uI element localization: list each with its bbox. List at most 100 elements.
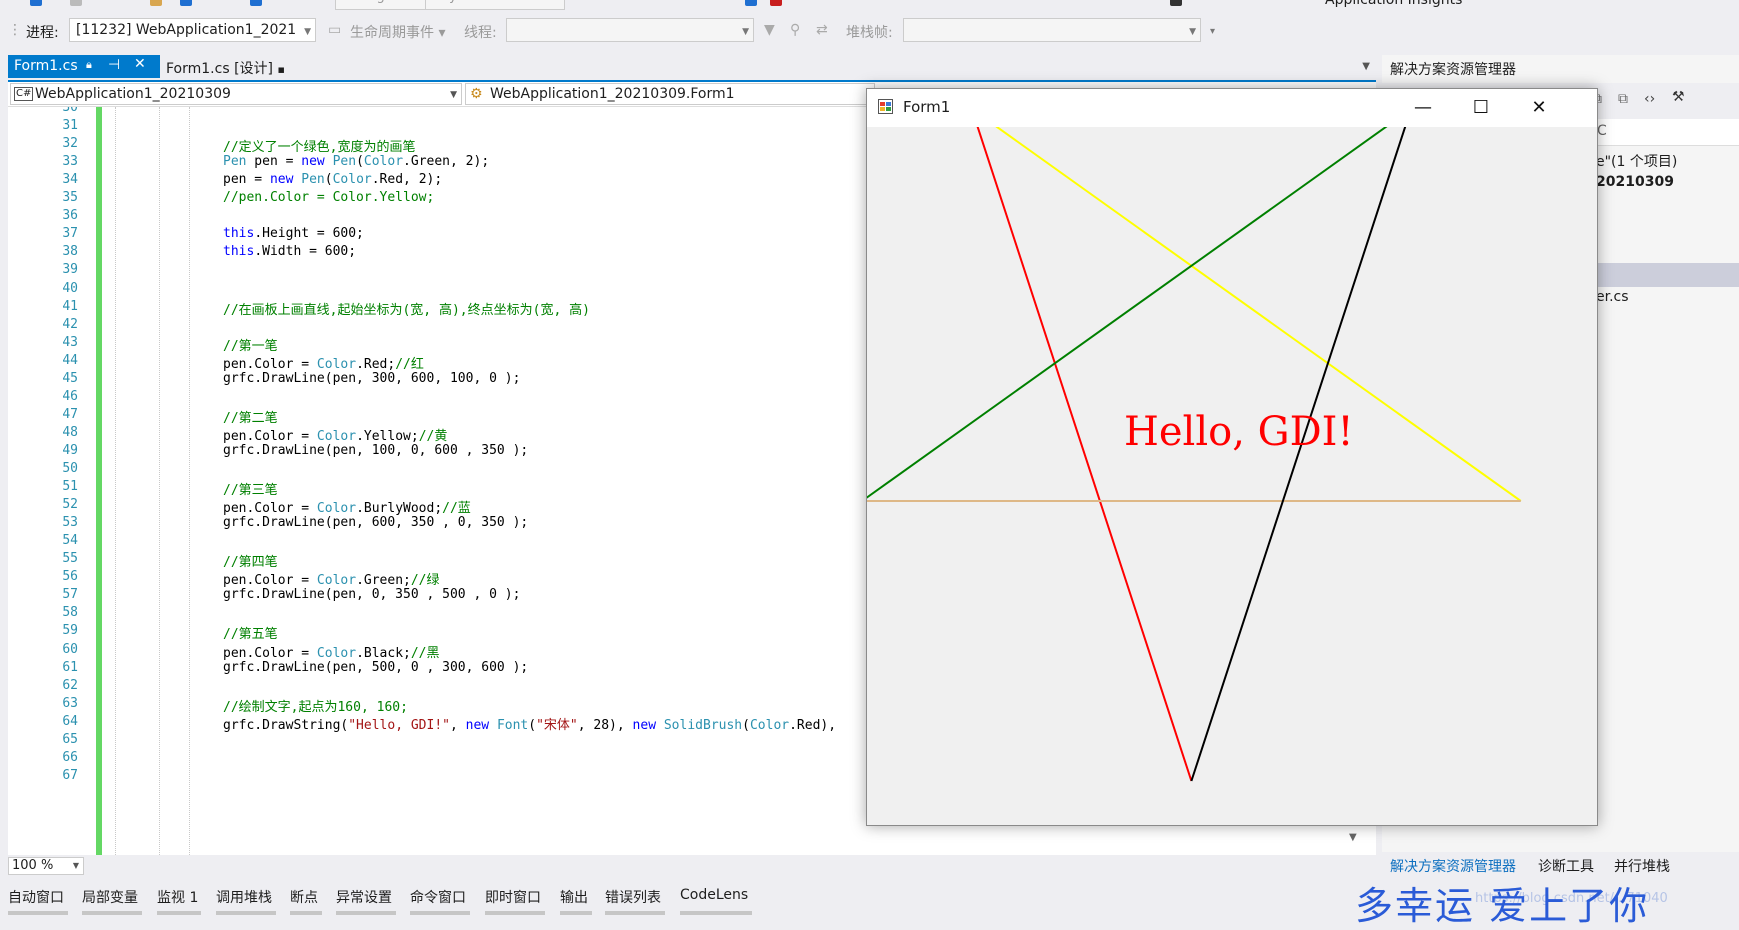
code-line[interactable]: //绘制文字,起点为160, 160; — [223, 696, 408, 715]
overflow-icon[interactable]: ▾ — [1210, 26, 1215, 37]
code-line[interactable]: grfc.DrawLine(pen, 600, 350 , 0, 350 ); — [223, 515, 528, 530]
code-line[interactable]: pen.Color = Color.Green;//绿 — [223, 569, 440, 588]
file-node[interactable]: er.cs — [1596, 289, 1629, 305]
form1-titlebar[interactable]: Form1 — ☐ ✕ — [867, 89, 1597, 127]
code-token: //黄 — [418, 428, 448, 444]
tab-underline — [8, 911, 68, 915]
bookmark-icon[interactable] — [1170, 0, 1182, 6]
tab-underline — [410, 911, 470, 915]
line-number: 38 — [62, 244, 78, 260]
code-token: pen.Color = — [223, 428, 317, 444]
chevron-down-icon: ▼ — [450, 90, 457, 100]
close-button[interactable]: ✕ — [1510, 89, 1568, 127]
tab-autos[interactable]: 自动窗口 — [8, 887, 64, 907]
process-select[interactable]: [11232] WebApplication1_2021 ▼ — [69, 18, 316, 42]
code-line[interactable]: pen.Color = Color.Yellow;//黄 — [223, 425, 447, 444]
tab-call-stack[interactable]: 调用堆栈 — [216, 887, 272, 907]
code-line[interactable]: pen = new Pen(Color.Red, 2); — [223, 172, 442, 187]
code-line[interactable]: Pen pen = new Pen(Color.Green, 2); — [223, 154, 489, 169]
maximize-button[interactable]: ☐ — [1452, 89, 1510, 127]
code-token: //在画板上画直线,起始坐标为(宽, 高),终点坐标为(宽, 高) — [223, 302, 590, 318]
code-line[interactable]: grfc.DrawLine(pen, 100, 0, 600 , 350 ); — [223, 443, 528, 458]
thread-select[interactable]: ▼ — [506, 18, 754, 42]
code-token: .Black; — [356, 645, 411, 661]
tab-solution-explorer[interactable]: 解决方案资源管理器 — [1390, 856, 1516, 876]
code-line[interactable]: //第三笔 — [223, 479, 278, 498]
undo-icon[interactable] — [250, 0, 262, 6]
filter-clear-icon[interactable]: ⚲ — [790, 22, 800, 38]
tab-output[interactable]: 输出 — [560, 887, 588, 907]
code-line[interactable]: grfc.DrawLine(pen, 0, 350 , 500 , 0 ); — [223, 587, 520, 602]
tab-form1-cs[interactable]: Form1.cs 🔒︎ ⊣ ✕ — [8, 55, 160, 78]
tab-parallel-stacks[interactable]: 并行堆栈 — [1614, 856, 1670, 876]
tab-codelens[interactable]: CodeLens — [680, 887, 748, 903]
filter-icon[interactable]: ▼ — [764, 22, 775, 38]
code-token: this — [223, 226, 255, 242]
minimize-button[interactable]: — — [1394, 89, 1452, 127]
forward-icon[interactable] — [70, 0, 82, 6]
code-line[interactable]: grfc.DrawLine(pen, 500, 0 , 300, 600 ); — [223, 660, 528, 675]
project-node[interactable]: 20210309 — [1596, 174, 1674, 190]
tab-immediate-window[interactable]: 即时窗口 — [485, 887, 541, 907]
code-token: Color — [316, 356, 357, 372]
code-line[interactable]: grfc.DrawLine(pen, 300, 600, 100, 0 ); — [223, 371, 520, 386]
tab-error-list[interactable]: 错误列表 — [605, 887, 661, 907]
code-token: new — [632, 717, 657, 733]
pause-icon[interactable] — [745, 0, 757, 6]
code-line[interactable]: //pen.Color = Color.Yellow; — [223, 190, 434, 205]
wrench-icon[interactable]: ⚒ — [1672, 89, 1685, 105]
code-line[interactable]: //第一笔 — [223, 335, 278, 354]
tab-locals[interactable]: 局部变量 — [82, 887, 138, 907]
process-label: 进程: — [26, 25, 59, 41]
code-line[interactable]: //第二笔 — [223, 407, 278, 426]
code-line[interactable]: pen.Color = Color.Red;//红 — [223, 353, 424, 372]
code-line[interactable]: grfc.DrawString("Hello, GDI!", new Font(… — [223, 714, 836, 733]
code-line[interactable]: this.Width = 600; — [223, 244, 356, 259]
scroll-down-icon[interactable]: ▼ — [1349, 832, 1357, 843]
project-dropdown[interactable]: C# WebApplication1_20210309 ▼ — [10, 83, 462, 105]
tab-exception-settings[interactable]: 异常设置 — [336, 887, 392, 907]
line-number-gutter: 30 31 32 33 34 35 36 37 38 39 40 41 42 43 44 45 46 47 48 49… — [8, 107, 94, 855]
flag-threads-icon[interactable]: ⇄ — [816, 22, 828, 38]
code-line[interactable]: //第五笔 — [223, 623, 278, 642]
code-view-icon[interactable]: ‹› — [1644, 91, 1655, 107]
tab-underline — [560, 911, 592, 915]
class-dropdown[interactable]: ⚙ WebApplication1_20210309.Form1 — [465, 83, 875, 105]
stack-frame-select[interactable]: ▼ — [903, 18, 1201, 42]
line-number: 35 — [62, 190, 78, 206]
line-number: 60 — [62, 641, 78, 657]
code-line[interactable]: //在画板上画直线,起始坐标为(宽, 高),终点坐标为(宽, 高) — [223, 299, 590, 318]
tab-diagnostics[interactable]: 诊断工具 — [1538, 856, 1594, 876]
back-icon[interactable] — [30, 0, 42, 6]
open-icon[interactable] — [150, 0, 162, 6]
code-token: .Red, 2); — [371, 172, 443, 188]
code-token: Pen — [301, 172, 325, 188]
chevron-down-icon: ▼ — [742, 27, 749, 37]
code-line[interactable]: pen.Color = Color.Black;//黑 — [223, 642, 440, 661]
app-insights-button[interactable]: Application Insights — [1325, 0, 1462, 8]
code-token: //红 — [395, 356, 424, 372]
platform-select[interactable]: Any CPU — [425, 0, 565, 10]
solution-node[interactable]: e"(1 个项目) — [1596, 151, 1677, 171]
tab-breakpoints[interactable]: 断点 — [290, 887, 318, 907]
close-icon[interactable]: ✕ — [134, 56, 146, 72]
tab-form1-designer[interactable]: Form1.cs [设计] ▪ — [160, 55, 300, 78]
form-icon — [878, 99, 893, 114]
lifecycle-events-button[interactable]: 生命周期事件 ▾ — [350, 22, 445, 42]
code-line[interactable]: //定义了一个绿色,宽度为的画笔 — [223, 136, 415, 155]
zoom-select[interactable]: 100 % ▼ — [8, 857, 84, 875]
form1-window[interactable]: Form1 — ☐ ✕ Hello, GDI! — [866, 88, 1598, 826]
save-icon[interactable] — [180, 0, 192, 6]
code-line[interactable]: this.Height = 600; — [223, 226, 364, 241]
line-number: 33 — [62, 154, 78, 170]
tab-command-window[interactable]: 命令窗口 — [410, 887, 466, 907]
tab-overflow-icon[interactable]: ▼ — [1362, 61, 1370, 72]
pin-icon[interactable]: ⊣ — [108, 57, 120, 73]
line-number: 31 — [62, 118, 78, 134]
line-number: 32 — [62, 136, 78, 152]
code-line[interactable]: //第四笔 — [223, 551, 278, 570]
code-line[interactable]: pen.Color = Color.BurlyWood;//蓝 — [223, 497, 471, 516]
tab-watch1[interactable]: 监视 1 — [157, 887, 198, 907]
stop-icon[interactable] — [770, 0, 782, 6]
show-all-icon[interactable]: ⧉ — [1618, 91, 1628, 107]
